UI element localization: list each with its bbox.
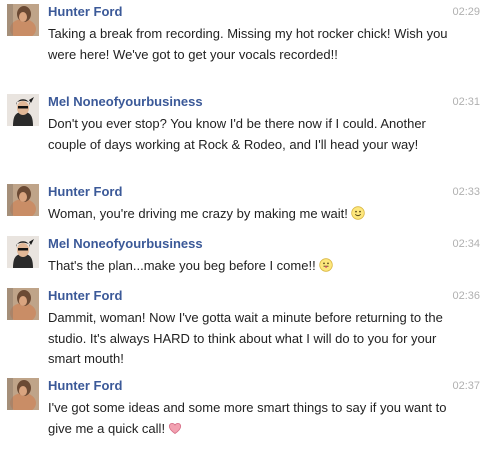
- hunter-avatar-icon[interactable]: [7, 288, 39, 320]
- hunter-avatar-icon[interactable]: [7, 378, 39, 410]
- sender-name[interactable]: Hunter Ford: [48, 184, 122, 200]
- sender-name[interactable]: Hunter Ford: [48, 378, 122, 394]
- heart-emoji-icon: [168, 421, 182, 435]
- hunter-avatar-icon[interactable]: [7, 4, 39, 36]
- sender-name[interactable]: Hunter Ford: [48, 4, 122, 20]
- mel-avatar-icon[interactable]: [7, 236, 39, 268]
- mel-avatar-icon[interactable]: [7, 94, 39, 126]
- message-timestamp: 02:36: [452, 290, 480, 302]
- sender-name[interactable]: Hunter Ford: [48, 288, 122, 304]
- message-text-content: Taking a break from recording. Missing m…: [48, 26, 448, 62]
- message-timestamp: 02:33: [452, 186, 480, 198]
- message-text: That's the plan...make you beg before I …: [48, 256, 458, 277]
- chat-thread: Hunter Ford 02:29 Taking a break from re…: [0, 0, 490, 456]
- message-text-content: Dammit, woman! Now I've gotta wait a min…: [48, 310, 443, 366]
- message-text: I've got some ideas and some more smart …: [48, 398, 458, 439]
- message-text-content: Don't you ever stop? You know I'd be the…: [48, 116, 426, 152]
- message-text: Taking a break from recording. Missing m…: [48, 24, 458, 65]
- hunter-avatar-icon[interactable]: [7, 184, 39, 216]
- smile-emoji-icon: [351, 206, 365, 220]
- sender-name[interactable]: Mel Noneofyourbusiness: [48, 94, 203, 110]
- message-timestamp: 02:34: [452, 238, 480, 250]
- message-timestamp: 02:37: [452, 380, 480, 392]
- message-timestamp: 02:31: [452, 96, 480, 108]
- sender-name[interactable]: Mel Noneofyourbusiness: [48, 236, 203, 252]
- message-text: Dammit, woman! Now I've gotta wait a min…: [48, 308, 458, 370]
- message-text-content: I've got some ideas and some more smart …: [48, 400, 447, 436]
- message-text-content: Woman, you're driving me crazy by making…: [48, 206, 348, 221]
- message-text: Woman, you're driving me crazy by making…: [48, 204, 458, 225]
- message-timestamp: 02:29: [452, 6, 480, 18]
- tongue-emoji-icon: [318, 258, 333, 272]
- message-text: Don't you ever stop? You know I'd be the…: [48, 114, 458, 155]
- message-text-content: That's the plan...make you beg before I …: [48, 258, 316, 273]
